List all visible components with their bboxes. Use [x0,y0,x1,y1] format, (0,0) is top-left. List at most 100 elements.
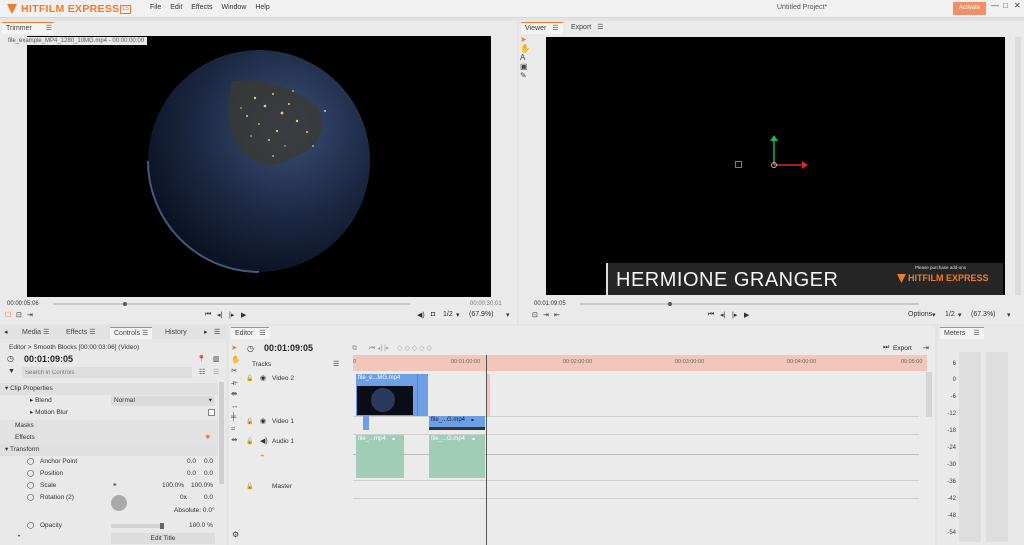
step-back-icon[interactable]: ◂| [377,345,382,352]
keyframe-icon[interactable]: ◯ [27,456,34,468]
keyframe-icon[interactable]: ◯ [27,492,34,504]
position-x-value[interactable]: 0.0 [187,468,196,480]
export-icon[interactable]: ⏭ [883,344,889,352]
controls-scrollbar[interactable] [219,382,224,484]
rotation-dial[interactable] [111,495,127,511]
chevron-down-icon[interactable]: ▾ [1007,311,1011,319]
panel-menu-icon[interactable]: ☰ [259,330,265,337]
scale-y-value[interactable]: 100.0% [191,480,213,492]
gear-icon[interactable]: ✹ [205,432,210,444]
viewer-playhead[interactable] [668,302,672,306]
panel-menu-icon[interactable]: ☰ [214,328,220,336]
rotation-turns[interactable]: 0x [180,492,187,504]
controls-search-input[interactable] [22,367,192,378]
magnet-tool-icon[interactable]: ⇴ [231,434,241,446]
scale-x-value[interactable]: 100.0% [162,480,184,492]
panel-menu-icon[interactable]: ☰ [46,25,52,32]
split-icon[interactable]: ▥ [213,355,220,363]
anchor-x-value[interactable]: 0.0 [187,456,196,468]
set-in-icon[interactable]: ⇥ [27,311,33,319]
trimmer-scrub-bar[interactable] [53,303,410,305]
chevron-down-icon[interactable]: ▾ [958,311,962,319]
select-tool-icon[interactable]: ➤ [231,342,241,354]
menu-edit[interactable]: Edit [170,4,182,11]
menu-effects[interactable]: Effects [191,4,212,11]
keyframe-icon[interactable]: ◯ [27,520,34,532]
marker-icon[interactable]: ◇ [419,345,424,352]
masks-row[interactable]: Masks [0,420,218,432]
tab-editor[interactable]: Editor☰ [231,327,269,339]
opacity-slider-handle[interactable] [160,523,164,529]
lock-icon[interactable]: 🔓 [246,418,253,425]
clip-video1[interactable]: file_...G.mp4 ⚭ [429,416,485,430]
clip-video1-small[interactable] [363,416,369,430]
set-out-icon[interactable]: ⇤ [554,311,560,319]
list-view-icon[interactable]: ☷ [199,368,205,376]
pin-icon[interactable]: 📍 [197,355,206,363]
step-forward-icon[interactable]: |▸ [732,311,737,319]
lock-icon[interactable]: 🔓 [246,438,253,445]
pen-tool-icon[interactable]: ✎ [520,71,530,80]
timeline-playhead[interactable] [486,355,487,545]
transform-gizmo-icon[interactable] [764,135,810,169]
motion-blur-checkbox[interactable] [208,409,215,416]
text-tool-icon[interactable]: A [520,53,530,62]
hand-tool-icon[interactable]: ✋ [231,354,241,366]
keyframe-icon[interactable]: ◯ [27,480,34,492]
opacity-slider[interactable] [111,524,163,528]
play-icon[interactable]: ▶ [241,311,246,319]
timeline-ruler[interactable]: 0 00:01:00:00 00:02:00:00 00:03:00:00 00… [353,355,927,371]
speaker-icon[interactable]: ◀) [260,437,268,445]
skip-back-icon[interactable]: ⏮ [369,345,375,352]
marker-icon[interactable]: ◇ [427,345,432,352]
clip-video2[interactable]: file_e...MG.mp4 [356,374,428,416]
zoom-percent[interactable]: (67.3%) [971,311,996,318]
speaker-icon[interactable]: ◀) [417,311,425,319]
editor-export-button[interactable]: Export [893,345,912,352]
settings-icon[interactable]: ⚙ [232,530,239,539]
marker-icon[interactable]: ◇ [397,345,402,352]
menu-help[interactable]: Help [255,4,269,11]
tab-controls[interactable]: Controls ☰ [110,327,152,339]
rect-mask-icon[interactable]: ▣ [520,62,530,71]
eye-icon[interactable]: ◉ [260,417,266,425]
marker-icon[interactable]: ◇ [412,345,417,352]
eye-icon[interactable]: ◉ [260,374,266,382]
tab-media[interactable]: Media ☰ [18,327,53,339]
insert-icon[interactable]: ☐ [5,311,11,319]
tab-meters[interactable]: Meters☰ [940,327,984,339]
marker-icon[interactable]: ◇ [404,345,409,352]
opacity-value[interactable]: 100.0 % [189,520,213,532]
hand-tool-icon[interactable]: ✋ [520,44,530,53]
chevron-left-icon[interactable]: ◂ [4,328,8,336]
zoom-fraction[interactable]: 1/2 [945,311,955,318]
chevron-right-icon[interactable]: ▸ [204,328,208,336]
panel-menu-icon[interactable]: ☰ [89,329,95,336]
close-button[interactable]: ✕ [1014,1,1021,10]
edit-title-button[interactable]: Edit Title [111,533,215,544]
skip-back-icon[interactable]: ⏮ [708,311,714,319]
detail-view-icon[interactable]: ☰ [213,368,219,376]
skip-back-icon[interactable]: ⏮ [205,311,211,319]
camera-icon[interactable]: ◘ [431,311,435,318]
zoom-fraction[interactable]: 1/2 [443,311,453,318]
select-tool-icon[interactable]: ➤ [520,35,530,44]
audio-effect-icon[interactable]: ⌁ [260,451,265,460]
step-forward-icon[interactable]: |▸ [229,311,234,319]
panel-menu-icon[interactable]: ☰ [552,25,558,32]
keyframe-icon[interactable]: ◯ [27,468,34,480]
track-header-master[interactable]: 🔓 Master [243,481,351,497]
minimize-button[interactable]: — [991,1,999,10]
blend-select[interactable]: Normal ▾ [111,396,215,406]
lock-icon[interactable]: 🔓 [246,375,253,382]
chevron-down-icon[interactable]: ▾ [456,311,460,319]
transform-row[interactable]: ▾ Transform [0,444,218,456]
slide-tool-icon[interactable]: ⇼ [231,388,241,400]
collapse-icon[interactable]: ⇥ [923,344,929,352]
panel-menu-icon[interactable]: ☰ [973,330,979,337]
tab-viewer[interactable]: Viewer☰ [521,22,563,34]
razor-tool-icon[interactable]: ✂ [231,365,241,377]
anchor-handle[interactable] [735,161,742,168]
trimmer-playhead[interactable] [123,302,127,306]
roll-tool-icon[interactable]: ↔ [231,400,241,412]
